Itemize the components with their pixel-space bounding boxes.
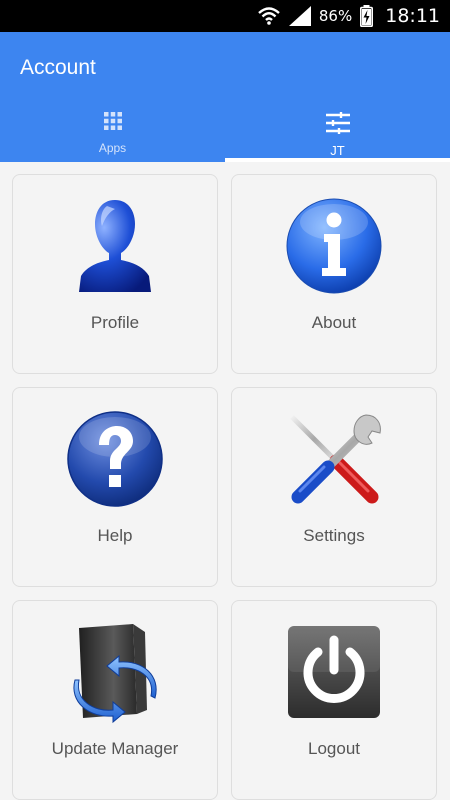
- tab-apps-label: Apps: [98, 141, 127, 155]
- logout-tile[interactable]: Logout: [231, 600, 437, 800]
- tab-jt-label: JT: [330, 143, 345, 158]
- tab-jt[interactable]: JT: [225, 104, 450, 162]
- page-title: Account: [20, 56, 96, 79]
- tab-bar: Apps JT: [0, 104, 450, 162]
- wifi-icon: [257, 6, 281, 26]
- tools-icon: [279, 404, 389, 514]
- settings-tile[interactable]: Settings: [231, 387, 437, 587]
- status-bar: 86% 18:11: [0, 0, 450, 32]
- help-tile[interactable]: Help: [12, 387, 218, 587]
- signal-icon: [288, 6, 311, 26]
- profile-label: Profile: [90, 313, 140, 332]
- update-icon: [60, 617, 170, 727]
- settings-label: Settings: [303, 526, 365, 545]
- app-bar: Account Apps JT: [0, 32, 450, 162]
- help-label: Help: [97, 526, 133, 545]
- help-icon: [60, 404, 170, 514]
- about-label: About: [311, 313, 357, 332]
- power-icon: [279, 617, 389, 727]
- grid-icon: [103, 112, 122, 135]
- update-manager-tile[interactable]: Update Manager: [12, 600, 218, 800]
- battery-charging-icon: [360, 5, 374, 27]
- info-icon: [279, 191, 389, 301]
- battery-percent: 86%: [318, 7, 353, 25]
- user-icon: [60, 191, 170, 301]
- apps-grid: Profile About Help Settings Update Manag…: [12, 174, 438, 800]
- tab-apps[interactable]: Apps: [0, 104, 225, 162]
- logout-label: Logout: [308, 739, 360, 758]
- update-manager-label: Update Manager: [51, 739, 179, 758]
- about-tile[interactable]: About: [231, 174, 437, 374]
- status-clock: 18:11: [385, 5, 440, 27]
- sliders-icon: [325, 112, 350, 139]
- profile-tile[interactable]: Profile: [12, 174, 218, 374]
